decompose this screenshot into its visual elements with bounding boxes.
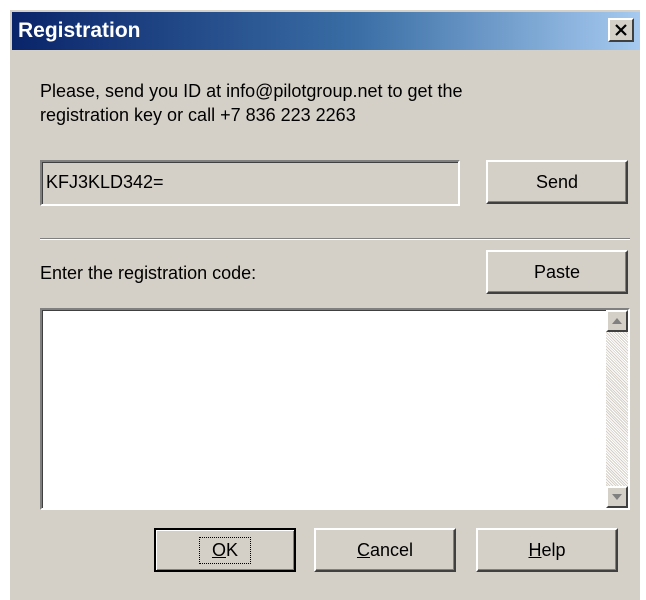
ok-button-label: OK	[198, 536, 252, 564]
close-button[interactable]	[608, 18, 634, 42]
scroll-down-button[interactable]	[606, 486, 628, 508]
instructions-line-2: registration key or call +7 836 223 2263	[40, 105, 356, 125]
arrow-up-icon	[612, 318, 622, 324]
cancel-button-label: Cancel	[356, 539, 414, 560]
cancel-button[interactable]: Cancel	[314, 528, 456, 572]
close-icon	[615, 24, 627, 36]
send-button-label: Send	[535, 171, 579, 192]
code-prompt: Enter the registration code:	[40, 263, 257, 283]
id-field[interactable]: KFJ3KLD342=	[40, 160, 460, 206]
send-button[interactable]: Send	[486, 160, 628, 204]
window-title: Registration	[18, 19, 141, 42]
help-button[interactable]: Help	[476, 528, 618, 572]
registration-code-field[interactable]	[40, 308, 630, 510]
id-field-value: KFJ3KLD342=	[46, 172, 164, 192]
arrow-down-icon	[612, 494, 622, 500]
instructions-line-1: Please, send you ID at info@pilotgroup.n…	[40, 81, 463, 101]
paste-button[interactable]: Paste	[486, 250, 628, 294]
ok-button[interactable]: OK	[154, 528, 296, 572]
help-button-label: Help	[528, 539, 566, 560]
separator	[40, 238, 630, 240]
registration-dialog: Registration Please, send you ID at info…	[8, 8, 640, 600]
title-bar[interactable]: Registration	[12, 12, 640, 50]
paste-button-label: Paste	[533, 261, 581, 282]
vertical-scrollbar[interactable]	[606, 310, 628, 508]
scroll-up-button[interactable]	[606, 310, 628, 332]
